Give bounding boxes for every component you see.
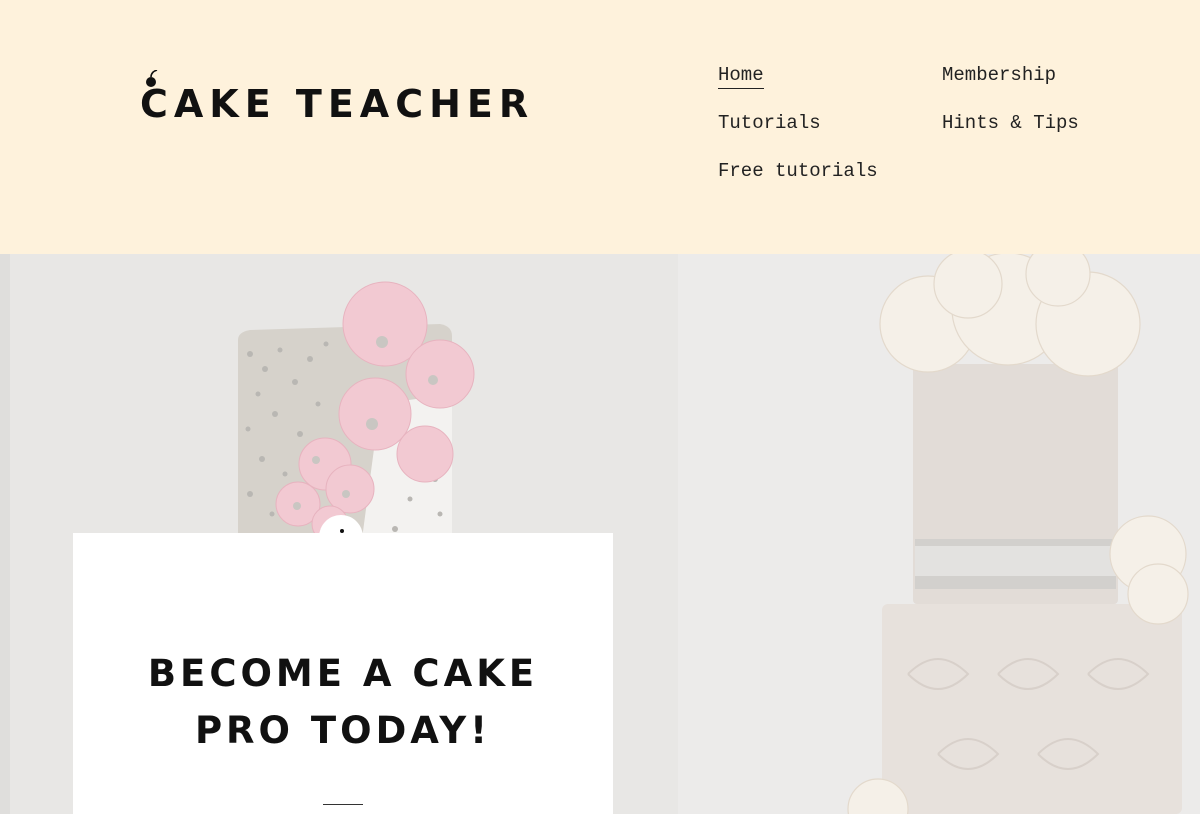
hero-image-white-tiered-cake	[678, 254, 1200, 814]
nav-home-link[interactable]: Home	[718, 64, 764, 89]
card-divider	[323, 804, 363, 805]
nav-membership-link[interactable]: Membership	[942, 64, 1056, 86]
hero-headline-line-2: PRO TODAY!	[194, 709, 492, 752]
site-header: CAKE TEACHER Home Membership Tutorials H…	[0, 0, 1200, 254]
dot-icon	[340, 529, 344, 533]
hero-headline-card: BECOME A CAKE PRO TODAY!	[73, 515, 613, 814]
logo-text: CAKE TEACHER	[140, 82, 535, 126]
logo[interactable]: CAKE TEACHER	[140, 69, 535, 134]
nav-hints-tips-link[interactable]: Hints & Tips	[942, 112, 1079, 134]
hero-headline-line-1: BECOME A CAKE	[147, 652, 539, 695]
nav-free-tutorials-link[interactable]: Free tutorials	[718, 160, 878, 182]
card-badge	[319, 515, 363, 559]
hero-headline: BECOME A CAKE PRO TODAY!	[73, 645, 613, 759]
nav-tutorials-link[interactable]: Tutorials	[718, 112, 821, 134]
